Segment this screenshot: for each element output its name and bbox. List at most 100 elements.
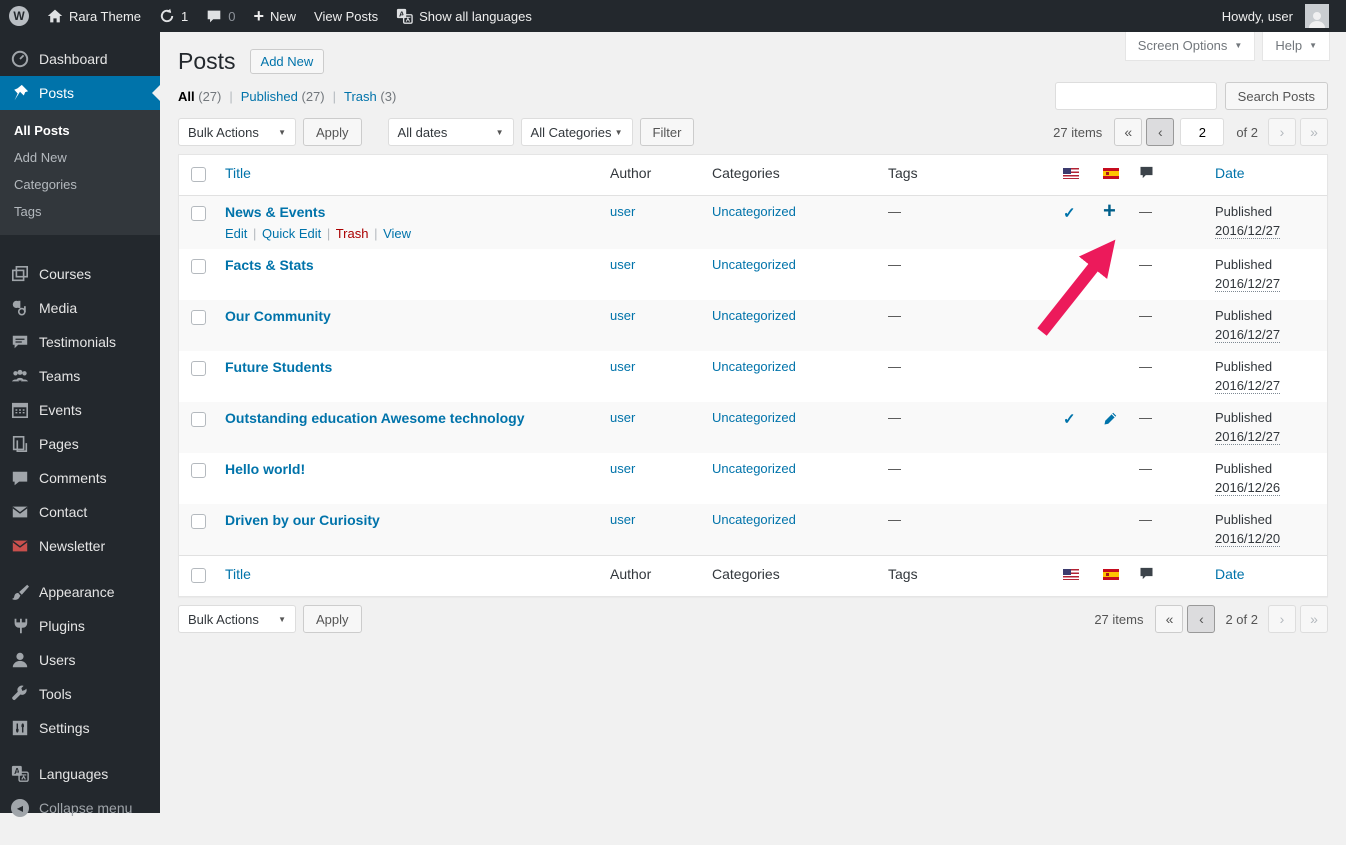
author-link[interactable]: user xyxy=(610,359,635,374)
author-link[interactable]: user xyxy=(610,461,635,476)
category-link[interactable]: Uncategorized xyxy=(712,461,796,476)
submenu-add-new[interactable]: Add New xyxy=(0,144,160,171)
updates-count: 1 xyxy=(181,9,188,24)
next-page-button[interactable]: › xyxy=(1268,118,1296,146)
sidebar-item-dashboard[interactable]: Dashboard xyxy=(0,42,160,76)
submenu-all-posts[interactable]: All Posts xyxy=(0,117,160,144)
sidebar-item-label: Languages xyxy=(39,766,108,782)
submenu-categories[interactable]: Categories xyxy=(0,171,160,198)
search-input[interactable] xyxy=(1055,82,1217,110)
view-published-link[interactable]: Published (27) xyxy=(241,89,325,104)
trash-link[interactable]: Trash xyxy=(336,226,369,241)
sidebar-item-users[interactable]: Users xyxy=(0,643,160,677)
add-new-button[interactable]: Add New xyxy=(250,49,325,74)
search-posts-button[interactable]: Search Posts xyxy=(1225,82,1328,110)
sidebar-item-testimonials[interactable]: Testimonials xyxy=(0,325,160,359)
bulk-actions-select-bottom[interactable]: Bulk Actions▼ xyxy=(178,605,296,633)
sort-title-header[interactable]: Title xyxy=(225,165,251,181)
row-checkbox[interactable] xyxy=(191,361,206,376)
apply-button-bottom[interactable]: Apply xyxy=(303,605,362,633)
post-title-link[interactable]: Future Students xyxy=(225,359,332,375)
category-link[interactable]: Uncategorized xyxy=(712,257,796,272)
category-filter-select[interactable]: All Categories▼ xyxy=(521,118,633,146)
category-link[interactable]: Uncategorized xyxy=(712,359,796,374)
sidebar-item-events[interactable]: Events xyxy=(0,393,160,427)
sidebar-item-contact[interactable]: Contact xyxy=(0,495,160,529)
category-link[interactable]: Uncategorized xyxy=(712,512,796,527)
account-menu[interactable]: Howdy, user xyxy=(1213,0,1338,32)
screen-options-button[interactable]: Screen Options ▼ xyxy=(1125,32,1256,61)
row-checkbox[interactable] xyxy=(191,310,206,325)
row-checkbox[interactable] xyxy=(191,463,206,478)
sidebar-item-posts[interactable]: Posts xyxy=(0,76,160,110)
edit-link[interactable]: Edit xyxy=(225,226,247,241)
author-link[interactable]: user xyxy=(610,410,635,425)
prev-page-button[interactable]: ‹ xyxy=(1146,118,1174,146)
date-filter-select[interactable]: All dates▼ xyxy=(388,118,514,146)
post-title-link[interactable]: News & Events xyxy=(225,204,325,220)
view-posts-link[interactable]: View Posts xyxy=(305,0,387,32)
row-checkbox[interactable] xyxy=(191,514,206,529)
sidebar-item-plugins[interactable]: Plugins xyxy=(0,609,160,643)
sidebar-item-newsletter[interactable]: Newsletter xyxy=(0,529,160,563)
view-all-link[interactable]: All (27) xyxy=(178,89,221,104)
last-page-button[interactable]: » xyxy=(1300,605,1328,633)
testimonial-bubble-icon xyxy=(10,333,30,351)
sidebar-item-tools[interactable]: Tools xyxy=(0,677,160,711)
edit-translation-icon[interactable] xyxy=(1103,411,1119,426)
sidebar-item-teams[interactable]: Teams xyxy=(0,359,160,393)
row-checkbox[interactable] xyxy=(191,412,206,427)
category-link[interactable]: Uncategorized xyxy=(712,410,796,425)
last-page-button[interactable]: » xyxy=(1300,118,1328,146)
add-translation-icon[interactable]: + xyxy=(1103,204,1116,218)
filter-button[interactable]: Filter xyxy=(640,118,695,146)
media-icon xyxy=(10,299,30,317)
sort-title-footer[interactable]: Title xyxy=(225,566,251,582)
sidebar-item-courses[interactable]: Courses xyxy=(0,257,160,291)
site-name-menu[interactable]: Rara Theme xyxy=(38,0,150,32)
sidebar-item-settings[interactable]: Settings xyxy=(0,711,160,745)
row-checkbox[interactable] xyxy=(191,259,206,274)
first-page-button[interactable]: « xyxy=(1155,605,1183,633)
first-page-button[interactable]: « xyxy=(1114,118,1142,146)
category-link[interactable]: Uncategorized xyxy=(712,308,796,323)
view-link[interactable]: View xyxy=(383,226,411,241)
apply-button[interactable]: Apply xyxy=(303,118,362,146)
show-all-languages-menu[interactable]: A Show all languages xyxy=(387,0,541,32)
category-link[interactable]: Uncategorized xyxy=(712,204,796,219)
bulk-actions-select[interactable]: Bulk Actions▼ xyxy=(178,118,296,146)
quick-edit-link[interactable]: Quick Edit xyxy=(262,226,321,241)
post-title-link[interactable]: Hello world! xyxy=(225,461,305,477)
table-row: Outstanding education Awesome technology… xyxy=(179,402,1327,453)
sidebar-item-pages[interactable]: Pages xyxy=(0,427,160,461)
sort-date-footer[interactable]: Date xyxy=(1215,566,1245,582)
prev-page-button[interactable]: ‹ xyxy=(1187,605,1215,633)
select-all-checkbox[interactable] xyxy=(191,568,206,583)
author-link[interactable]: user xyxy=(610,308,635,323)
sidebar-item-media[interactable]: Media xyxy=(0,291,160,325)
sidebar-item-comments[interactable]: Comments xyxy=(0,461,160,495)
sidebar-item-languages[interactable]: A Languages xyxy=(0,757,160,791)
help-button[interactable]: Help ▼ xyxy=(1262,32,1330,61)
submenu-tags[interactable]: Tags xyxy=(0,198,160,225)
current-page-input[interactable] xyxy=(1180,118,1224,146)
post-title-link[interactable]: Facts & Stats xyxy=(225,257,314,273)
sidebar-item-label: Dashboard xyxy=(39,51,108,67)
updates-menu[interactable]: 1 xyxy=(150,0,197,32)
view-trash-link[interactable]: Trash (3) xyxy=(344,89,396,104)
new-content-menu[interactable]: + New xyxy=(244,0,305,32)
post-title-link[interactable]: Outstanding education Awesome technology xyxy=(225,410,524,426)
author-link[interactable]: user xyxy=(610,257,635,272)
row-checkbox[interactable] xyxy=(191,206,206,221)
post-title-link[interactable]: Driven by our Curiosity xyxy=(225,512,380,528)
next-page-button[interactable]: › xyxy=(1268,605,1296,633)
comments-menu[interactable]: 0 xyxy=(197,0,244,32)
row-actions: Edit | Quick Edit | Trash | View xyxy=(225,226,590,241)
select-all-checkbox[interactable] xyxy=(191,167,206,182)
wordpress-logo-menu[interactable]: W xyxy=(0,0,38,32)
sort-date-header[interactable]: Date xyxy=(1215,165,1245,181)
author-link[interactable]: user xyxy=(610,204,635,219)
author-link[interactable]: user xyxy=(610,512,635,527)
post-title-link[interactable]: Our Community xyxy=(225,308,331,324)
sidebar-item-appearance[interactable]: Appearance xyxy=(0,575,160,609)
